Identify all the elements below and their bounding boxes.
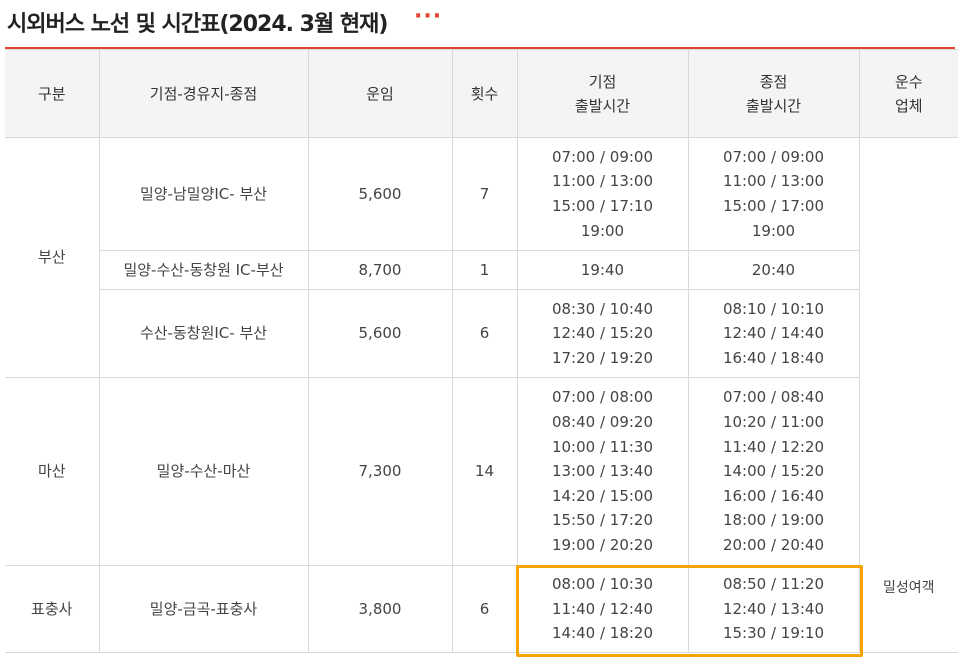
count-cell: 7 bbox=[451, 137, 518, 251]
count-cell: 1 bbox=[451, 250, 518, 290]
route-cell: 밀양-금곡-표충사 bbox=[98, 565, 309, 653]
origin-times-cell: 08:30 / 10:40 12:40 / 15:20 17:20 / 19:2… bbox=[516, 289, 689, 378]
header-origin-departure: 기점 출발시간 bbox=[516, 49, 689, 138]
header-route: 기점-경유지-종점 bbox=[98, 49, 309, 138]
category-cell-busan: 부산 bbox=[5, 137, 100, 378]
operator-name: 밀성여객 bbox=[882, 580, 935, 597]
origin-times-cell: 08:00 / 10:30 11:40 / 12:40 14:40 / 18:2… bbox=[516, 565, 689, 653]
origin-times-cell: 19:40 bbox=[516, 250, 689, 290]
origin-times-cell: 07:00 / 09:00 11:00 / 13:00 15:00 / 17:1… bbox=[516, 137, 689, 251]
header-operator: 운수 업체 bbox=[858, 49, 958, 138]
terminus-times-cell: 07:00 / 09:00 11:00 / 13:00 15:00 / 17:0… bbox=[687, 137, 860, 251]
page-title: 시외버스 노선 및 시간표(2024. 3월 현재) bbox=[7, 12, 388, 37]
count-cell: 6 bbox=[451, 565, 518, 653]
table-row: 수산-동창원IC- 부산 5,600 6 08:30 / 10:40 12:40… bbox=[5, 289, 958, 378]
more-dots-icon[interactable]: ··· bbox=[414, 4, 442, 29]
category-cell-pyochungsa: 표충사 bbox=[5, 565, 100, 653]
terminus-times-cell: 20:40 bbox=[687, 250, 859, 290]
fare-cell: 8,700 bbox=[307, 250, 453, 290]
header-terminus-departure: 종점 출발시간 bbox=[687, 49, 860, 138]
fare-cell: 7,300 bbox=[307, 377, 453, 566]
fare-cell: 5,600 bbox=[307, 137, 453, 251]
terminus-times-cell: 08:10 / 10:10 12:40 / 14:40 16:40 / 18:4… bbox=[687, 289, 859, 378]
count-cell: 6 bbox=[451, 289, 518, 378]
route-cell: 밀양-수산-마산 bbox=[98, 377, 309, 566]
table-row: 부산 밀양-남밀양IC- 부산 5,600 7 07:00 / 09:00 11… bbox=[5, 137, 958, 653]
category-cell-masan: 마산 bbox=[5, 377, 100, 566]
terminus-times-cell: 07:00 / 08:40 10:20 / 11:00 11:40 / 12:2… bbox=[687, 377, 859, 566]
fare-cell: 5,600 bbox=[307, 289, 453, 378]
operator-cell: 밀성여객 bbox=[858, 137, 958, 653]
route-cell: 밀양-수산-동창원 IC-부산 bbox=[99, 250, 309, 290]
table-row: 마산 밀양-수산-마산 7,300 14 07:00 / 08:00 08:40… bbox=[5, 377, 958, 566]
terminus-times-cell: 08:50 / 11:20 12:40 / 13:40 15:30 / 19:1… bbox=[687, 565, 859, 653]
origin-times-cell: 07:00 / 08:00 08:40 / 09:20 10:00 / 11:3… bbox=[516, 377, 689, 566]
page-header: 시외버스 노선 및 시간표(2024. 3월 현재) ··· bbox=[5, 0, 955, 49]
table-row: 표충사 밀양-금곡-표충사 3,800 6 08:00 / 10:30 11:4… bbox=[5, 565, 958, 653]
bus-schedule-table: 구분 기점-경유지-종점 운임 횟수 기점 출발시간 종점 출발시간 운수 업체… bbox=[5, 49, 958, 653]
header-fare: 운임 bbox=[307, 49, 453, 138]
table-header-row: 구분 기점-경유지-종점 운임 횟수 기점 출발시간 종점 출발시간 운수 업체 bbox=[5, 49, 958, 138]
fare-cell: 3,800 bbox=[307, 565, 453, 653]
header-count: 횟수 bbox=[451, 49, 518, 138]
route-cell: 밀양-남밀양IC- 부산 bbox=[98, 137, 309, 251]
table-row: 밀양-수산-동창원 IC-부산 8,700 1 19:40 20:40 bbox=[5, 250, 958, 290]
header-category: 구분 bbox=[5, 49, 100, 138]
route-cell: 수산-동창원IC- 부산 bbox=[99, 289, 309, 378]
count-cell: 14 bbox=[451, 377, 518, 566]
